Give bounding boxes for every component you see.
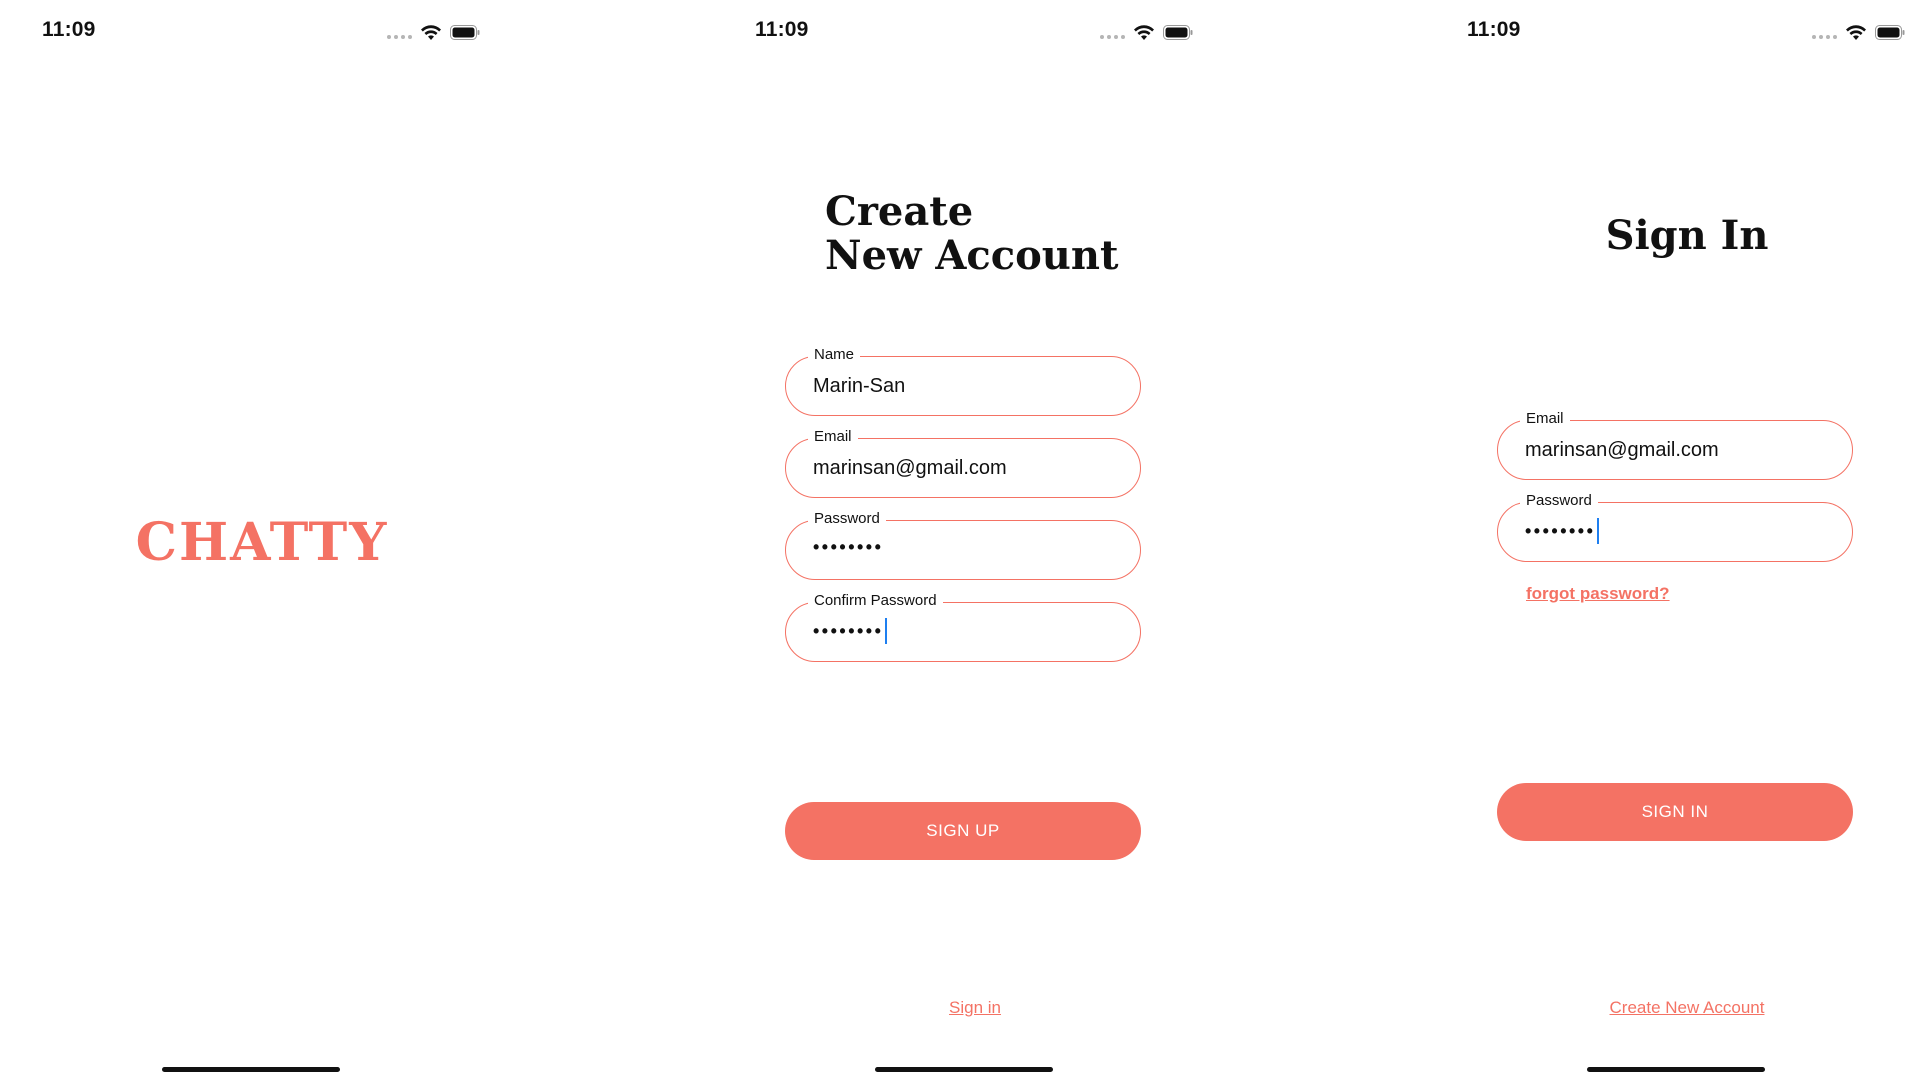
name-field[interactable]: Name Marin-San	[785, 346, 1141, 416]
confirm-password-field[interactable]: Confirm Password ••••••••	[785, 592, 1141, 662]
text-caret	[885, 618, 888, 644]
splash-screen: 11:09 CHATTY	[22, 0, 502, 1080]
sign-in-link[interactable]: Sign in	[735, 998, 1215, 1018]
password-input-row: ••••••••	[1525, 518, 1600, 544]
email-value: marinsan@gmail.com	[1525, 439, 1719, 461]
name-value: Marin-San	[813, 375, 906, 397]
status-icons	[387, 20, 480, 44]
signal-dots-icon	[1100, 35, 1125, 39]
signal-dots-icon	[387, 35, 412, 39]
sign-up-button[interactable]: SIGN UP	[785, 802, 1141, 860]
confirm-password-input-row: ••••••••	[813, 618, 888, 644]
status-icons	[1812, 20, 1905, 44]
page-title: Sign In	[1605, 212, 1769, 259]
name-label: Name	[808, 346, 861, 364]
sign-in-button[interactable]: SIGN IN	[1497, 783, 1853, 841]
wifi-icon	[421, 24, 441, 40]
confirm-password-label: Confirm Password	[808, 592, 943, 610]
confirm-password-value: ••••••••	[813, 621, 884, 641]
battery-icon	[1875, 24, 1905, 40]
status-time: 11:09	[42, 18, 96, 41]
signup-screen: 11:09 Create New Account Name Marin-San …	[735, 0, 1215, 1080]
signin-screen: 11:09 Sign In Email marinsan@gmail.com P…	[1447, 0, 1920, 1080]
email-label: Email	[808, 428, 858, 446]
password-label: Password	[1520, 492, 1598, 510]
battery-icon	[1163, 24, 1193, 40]
wifi-icon	[1134, 24, 1154, 40]
home-indicator	[1587, 1067, 1765, 1072]
status-time: 11:09	[755, 18, 809, 41]
password-field[interactable]: Password ••••••••	[1497, 492, 1853, 562]
battery-icon	[450, 24, 480, 40]
status-time: 11:09	[1467, 18, 1521, 41]
text-caret	[1597, 518, 1600, 544]
home-indicator	[875, 1067, 1053, 1072]
page-title-line2: New Account	[825, 232, 1119, 279]
wifi-icon	[1846, 24, 1866, 40]
signal-dots-icon	[1812, 35, 1837, 39]
email-field[interactable]: Email marinsan@gmail.com	[1497, 410, 1853, 480]
page-title-line1: Create	[825, 188, 974, 235]
screens-showcase: 11:09 CHATTY 11:09 Create New Account Na…	[0, 0, 1920, 1080]
password-value: ••••••••	[813, 537, 884, 557]
page-title: Create New Account	[825, 190, 1118, 278]
email-value: marinsan@gmail.com	[813, 457, 1007, 479]
create-new-account-link[interactable]: Create New Account	[1447, 998, 1920, 1018]
password-field[interactable]: Password ••••••••	[785, 510, 1141, 580]
email-label: Email	[1520, 410, 1570, 428]
email-field[interactable]: Email marinsan@gmail.com	[785, 428, 1141, 498]
password-label: Password	[808, 510, 886, 528]
password-value: ••••••••	[1525, 521, 1596, 541]
home-indicator	[162, 1067, 340, 1072]
app-logo: CHATTY	[135, 512, 389, 573]
status-icons	[1100, 20, 1193, 44]
forgot-password-link[interactable]: forgot password?	[1526, 584, 1670, 604]
